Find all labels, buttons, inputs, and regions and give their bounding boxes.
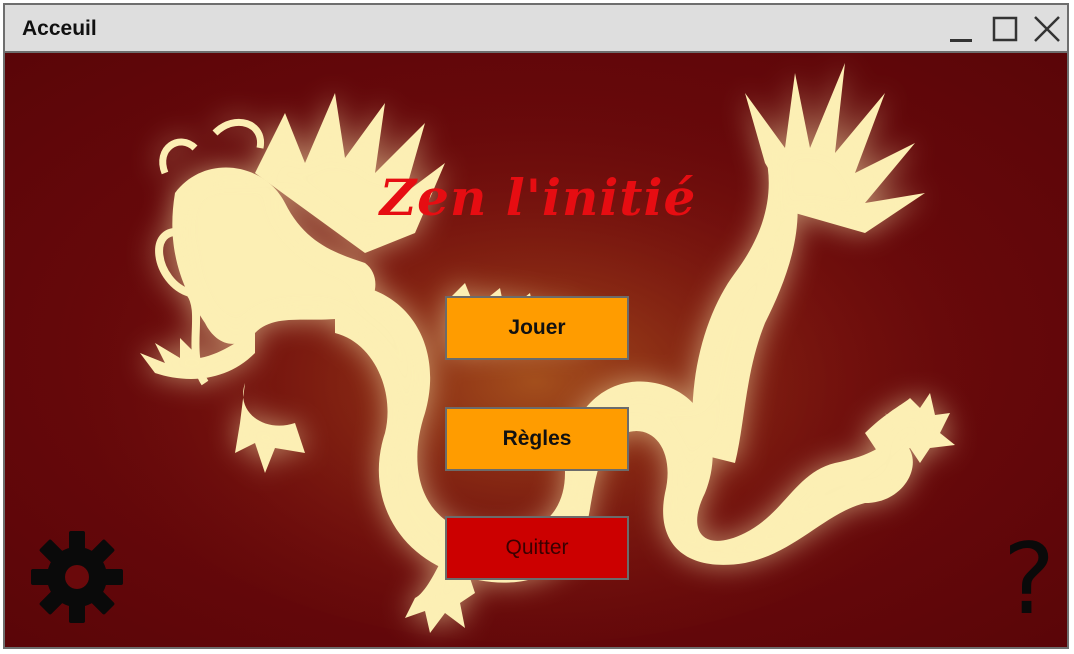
app-title: Zen l'initié	[379, 168, 697, 227]
gear-icon[interactable]	[29, 529, 125, 630]
play-button[interactable]: Jouer	[445, 296, 629, 360]
title-bar[interactable]: Acceuil	[5, 5, 1067, 53]
minimize-icon[interactable]	[945, 13, 977, 45]
app-window: Acceuil Zen l'initié Jouer Règles Quitte…	[3, 3, 1069, 649]
close-icon[interactable]	[1031, 13, 1063, 45]
home-screen: Zen l'initié Jouer Règles Quitter ?	[5, 53, 1067, 647]
rules-button[interactable]: Règles	[445, 407, 629, 471]
help-icon[interactable]: ?	[1003, 531, 1055, 629]
maximize-icon[interactable]	[989, 13, 1021, 45]
window-title: Acceuil	[22, 17, 97, 40]
quit-button[interactable]: Quitter	[445, 516, 629, 580]
